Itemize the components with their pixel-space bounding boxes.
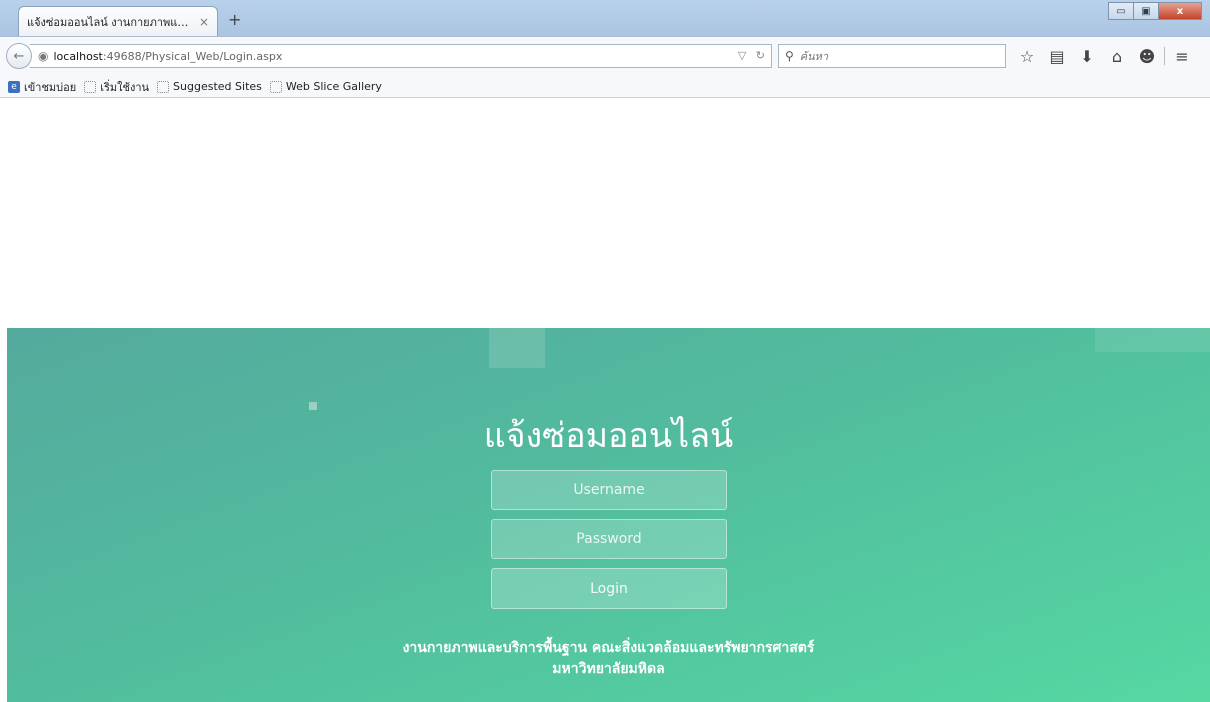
tab-close-icon[interactable]: × (199, 15, 209, 29)
tab-title: แจ้งซ่อมออนไลน์ งานกายภาพและ... (27, 15, 195, 29)
browser-tab[interactable]: แจ้งซ่อมออนไลน์ งานกายภาพและ... × (18, 6, 218, 36)
footer-line-department: งานกายภาพและบริการพื้นฐาน คณะสิ่งแวดล้อม… (402, 640, 815, 656)
url-host: localhost (53, 49, 103, 63)
home-icon[interactable]: ⌂ (1102, 45, 1132, 67)
ie-icon: e (8, 80, 20, 93)
page-icon (84, 80, 97, 93)
search-icon: ⚲ (785, 49, 794, 63)
minimize-button[interactable]: ▭ (1108, 2, 1134, 20)
reload-icon[interactable]: ↻ (756, 49, 765, 62)
bookmark-star-icon[interactable]: ☆ (1012, 45, 1042, 67)
bookmark-getting-started[interactable]: เริ่มใช้งาน (84, 78, 149, 96)
search-input[interactable] (797, 48, 992, 64)
new-tab-button[interactable]: + (228, 10, 241, 29)
url-actions: ▽ ↻ (732, 49, 765, 62)
login-section: แจ้งซ่อมออนไลน์ Login งานกายภาพและบริการ… (7, 328, 1210, 702)
search-bar[interactable]: ⚲ (778, 44, 1006, 68)
menu-icon[interactable]: ≡ (1167, 45, 1197, 67)
address-bar[interactable]: ◉ localhost :49688/Physical_Web/Login.as… (30, 44, 772, 68)
back-arrow-icon: ← (13, 48, 25, 64)
bookmarks-bar: e เข้าชมบ่อย เริ่มใช้งาน Suggested Sites… (0, 76, 1210, 98)
close-window-button[interactable]: x (1158, 2, 1202, 20)
bookmark-label: Suggested Sites (173, 80, 262, 93)
restore-button[interactable]: ▣ (1133, 2, 1159, 20)
dropdown-arrow-icon[interactable]: ▽ (738, 49, 746, 62)
bookmark-label: เข้าชมบ่อย (24, 80, 77, 94)
bookmark-label: Web Slice Gallery (285, 80, 382, 93)
username-input[interactable] (491, 470, 727, 510)
browser-window: แจ้งซ่อมออนไลน์ งานกายภาพและ... × + ▭ ▣ … (0, 0, 1210, 702)
toolbar-separator (1164, 47, 1165, 65)
download-icon[interactable]: ⬇ (1072, 45, 1102, 67)
reading-list-icon[interactable]: ▤ (1042, 45, 1072, 67)
page-content: แจ้งซ่อมออนไลน์ Login งานกายภาพและบริการ… (0, 98, 1210, 702)
bookmark-most-visited[interactable]: e เข้าชมบ่อย (8, 78, 76, 96)
bookmark-web-slice-gallery[interactable]: Web Slice Gallery (269, 80, 382, 93)
bookmark-suggested-sites[interactable]: Suggested Sites (157, 80, 262, 93)
chat-icon[interactable]: ☻ (1132, 45, 1162, 67)
footer-line-university: มหาวิทยาลัยมหิดล (552, 661, 665, 677)
window-controls: ▭ ▣ x (1108, 2, 1202, 20)
globe-icon: ◉ (38, 49, 49, 63)
page-title: แจ้งซ่อมออนไลน์ (483, 416, 734, 456)
url-path: :49688/Physical_Web/Login.aspx (102, 49, 283, 63)
page-icon (269, 80, 282, 93)
tab-bar: แจ้งซ่อมออนไลน์ งานกายภาพและ... × + ▭ ▣ … (0, 0, 1210, 36)
password-input[interactable] (491, 519, 727, 559)
back-button[interactable]: ← (6, 43, 32, 69)
footer-text: งานกายภาพและบริการพื้นฐาน คณะสิ่งแวดล้อม… (7, 638, 1210, 680)
decorative-square (1095, 328, 1210, 352)
navigation-bar: ◉ localhost :49688/Physical_Web/Login.as… (0, 36, 1210, 76)
bookmark-label: เริ่มใช้งาน (100, 80, 150, 94)
page-icon (157, 80, 170, 93)
decorative-square (489, 328, 545, 368)
login-button[interactable]: Login (491, 568, 727, 609)
toolbar-icons: ☆ ▤ ⬇ ⌂ ☻ ≡ (1012, 45, 1197, 67)
